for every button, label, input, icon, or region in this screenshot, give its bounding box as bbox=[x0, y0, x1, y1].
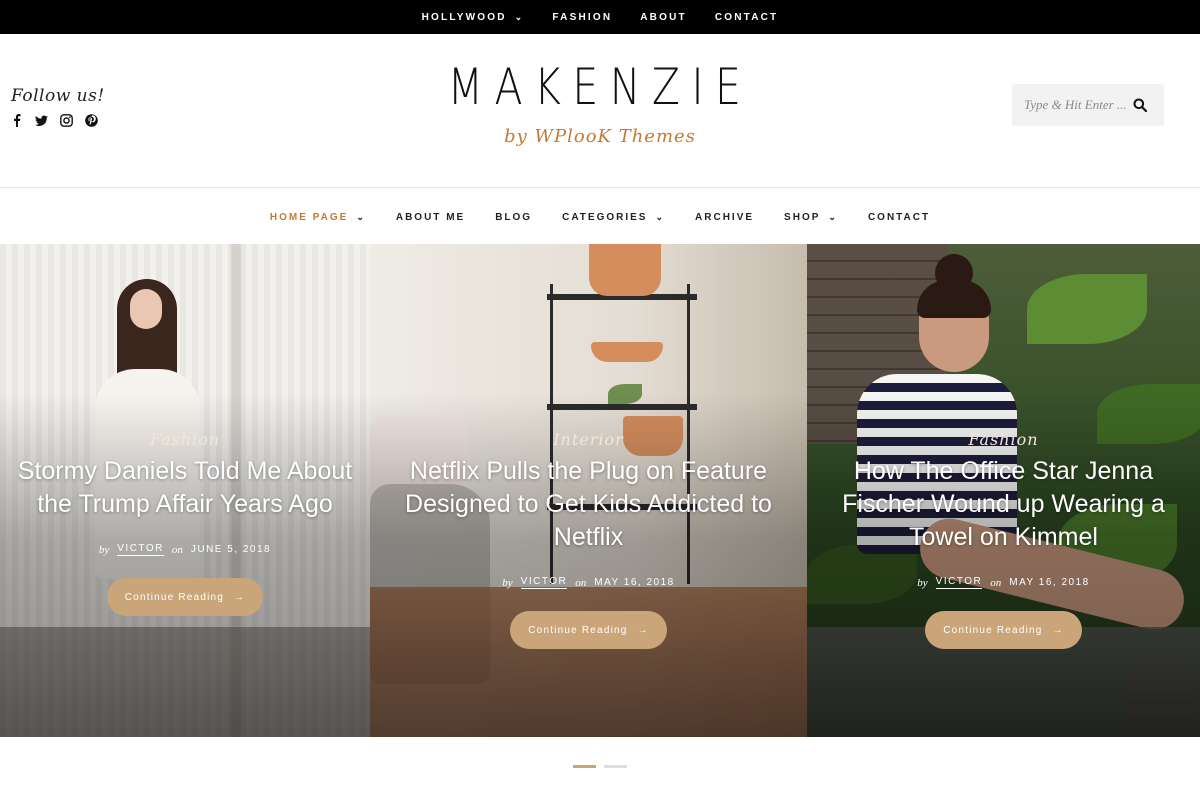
nav-item-label: HOME PAGE bbox=[269, 211, 349, 223]
continue-reading-button[interactable]: Continue Reading → bbox=[106, 578, 264, 616]
top-menu-item-about[interactable]: ABOUT bbox=[640, 12, 687, 23]
slide-card[interactable]: Fashion Stormy Daniels Told Me About the… bbox=[0, 244, 370, 737]
continue-reading-button[interactable]: Continue Reading → bbox=[925, 611, 1082, 649]
nav-item-label: ABOUT ME bbox=[395, 211, 466, 223]
nav-item-archive[interactable]: ARCHIVE bbox=[695, 212, 754, 223]
nav-item-shop[interactable]: SHOP ⌄ bbox=[784, 212, 838, 223]
slider-dot-1[interactable] bbox=[573, 765, 596, 768]
arrow-right-icon: → bbox=[1052, 624, 1064, 636]
slide-title[interactable]: Netflix Pulls the Plug on Feature Design… bbox=[370, 455, 807, 554]
nav-item-label: SHOP bbox=[784, 211, 821, 223]
slide-card[interactable]: Interior Netflix Pulls the Plug on Featu… bbox=[370, 244, 807, 737]
button-label: Continue Reading bbox=[943, 624, 1043, 636]
chevron-down-icon: ⌄ bbox=[828, 211, 838, 222]
slide-title[interactable]: Stormy Daniels Told Me About the Trump A… bbox=[0, 455, 370, 521]
continue-reading-button[interactable]: Continue Reading → bbox=[510, 611, 667, 649]
featured-slider: Fashion Stormy Daniels Told Me About the… bbox=[0, 244, 1200, 737]
slide-category[interactable]: Fashion bbox=[807, 430, 1200, 449]
search-input[interactable] bbox=[1012, 97, 1130, 113]
nav-item-label: CONTACT bbox=[867, 211, 931, 223]
slide-category[interactable]: Fashion bbox=[0, 430, 370, 449]
meta-by-label: by bbox=[98, 543, 110, 556]
chevron-down-icon: ⌄ bbox=[356, 211, 366, 222]
nav-item-label: BLOG bbox=[495, 211, 533, 223]
post-date: JUNE 5, 2018 bbox=[190, 544, 272, 555]
slide-meta: by VICTOR on MAY 16, 2018 bbox=[370, 576, 807, 589]
top-menu-bar: HOLLYWOOD ⌄ FASHION ABOUT CONTACT bbox=[0, 0, 1200, 34]
main-navigation: HOME PAGE ⌄ ABOUT ME BLOG CATEGORIES ⌄ A… bbox=[0, 190, 1200, 244]
slide-meta: by VICTOR on MAY 16, 2018 bbox=[807, 576, 1200, 589]
search-icon[interactable] bbox=[1130, 95, 1150, 115]
top-menu-item-fashion[interactable]: FASHION bbox=[552, 12, 612, 23]
top-menu-label: CONTACT bbox=[714, 11, 779, 23]
chevron-down-icon: ⌄ bbox=[655, 211, 666, 222]
nav-item-contact[interactable]: CONTACT bbox=[868, 212, 930, 223]
nav-item-label: CATEGORIES bbox=[562, 211, 648, 223]
arrow-right-icon: → bbox=[637, 624, 649, 636]
meta-on-label: on bbox=[990, 576, 1002, 589]
chevron-down-icon: ⌄ bbox=[514, 11, 525, 22]
search-box bbox=[1012, 84, 1164, 126]
meta-by-label: by bbox=[917, 576, 928, 589]
author-link[interactable]: VICTOR bbox=[935, 576, 983, 589]
nav-item-about-me[interactable]: ABOUT ME bbox=[396, 212, 465, 223]
top-menu-item-hollywood[interactable]: HOLLYWOOD ⌄ bbox=[422, 12, 525, 23]
site-header: Follow us! MAKENZIE by WPlooK Themes bbox=[0, 34, 1200, 188]
nav-item-categories[interactable]: CATEGORIES ⌄ bbox=[562, 212, 665, 223]
nav-item-label: ARCHIVE bbox=[695, 211, 755, 223]
author-link[interactable]: VICTOR bbox=[520, 576, 568, 589]
slide-card[interactable]: Fashion How The Office Star Jenna Fische… bbox=[807, 244, 1200, 737]
site-logo[interactable]: MAKENZIE bbox=[108, 58, 1092, 116]
site-tagline: by WPlooK Themes bbox=[504, 126, 696, 147]
top-menu-item-contact[interactable]: CONTACT bbox=[715, 12, 779, 23]
arrow-right-icon: → bbox=[234, 591, 246, 603]
top-menu-label: HOLLYWOOD bbox=[421, 11, 507, 23]
follow-us-label: Follow us! bbox=[11, 86, 105, 106]
slider-pagination bbox=[0, 765, 1200, 768]
top-menu-label: ABOUT bbox=[640, 11, 687, 23]
top-menu-label: FASHION bbox=[552, 11, 613, 23]
meta-on-label: on bbox=[575, 576, 587, 589]
post-date: MAY 16, 2018 bbox=[1009, 577, 1090, 588]
slide-category[interactable]: Interior bbox=[370, 430, 807, 449]
author-link[interactable]: VICTOR bbox=[117, 543, 164, 556]
nav-item-home-page[interactable]: HOME PAGE ⌄ bbox=[270, 212, 366, 223]
slide-meta: by VICTOR on JUNE 5, 2018 bbox=[0, 543, 370, 556]
slide-title[interactable]: How The Office Star Jenna Fischer Wound … bbox=[807, 455, 1200, 554]
button-label: Continue Reading bbox=[528, 624, 628, 636]
meta-by-label: by bbox=[502, 576, 513, 589]
nav-item-blog[interactable]: BLOG bbox=[495, 212, 532, 223]
post-date: MAY 16, 2018 bbox=[594, 577, 675, 588]
button-label: Continue Reading bbox=[124, 591, 225, 603]
meta-on-label: on bbox=[171, 543, 183, 556]
slider-dot-2[interactable] bbox=[604, 765, 627, 768]
